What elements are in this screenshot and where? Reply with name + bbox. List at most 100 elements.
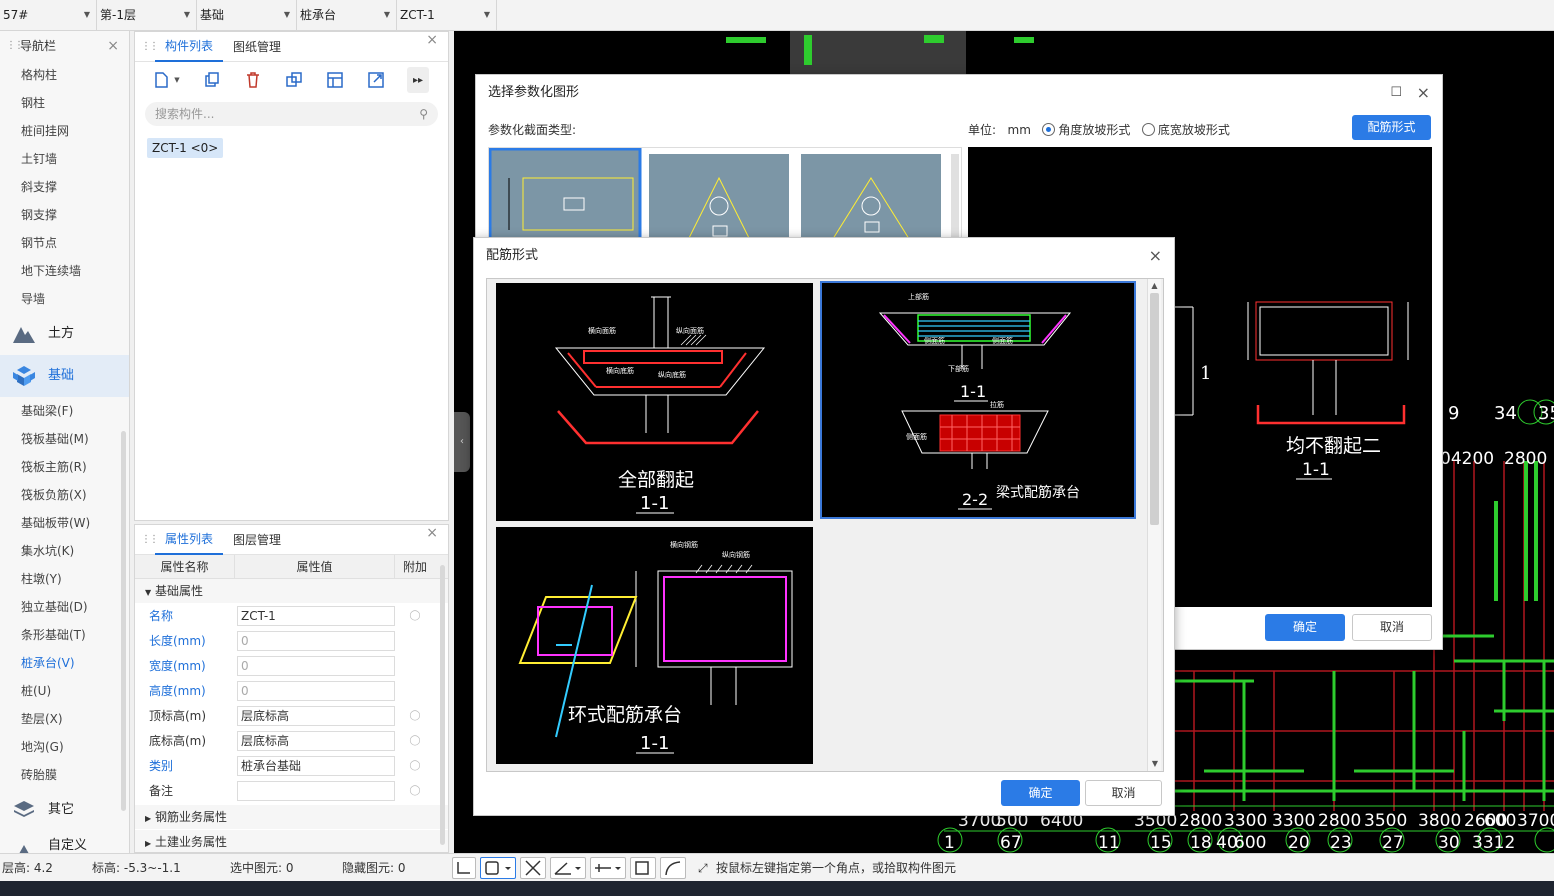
rebar-option-beam-type[interactable]: 上部筋 侧面筋 侧面筋 下部筋 拉筋 侧面筋 1-1 2-2 梁式配筋承台 xyxy=(820,281,1136,519)
group-civil-properties[interactable]: ▶ 土建业务属性 xyxy=(135,830,448,852)
nav-item[interactable]: 基础梁(F) xyxy=(0,397,129,425)
scroll-thumb[interactable] xyxy=(1150,293,1159,525)
nav-item[interactable]: 桩(U) xyxy=(0,677,129,705)
filter-button[interactable] xyxy=(321,67,349,93)
ortho-button[interactable] xyxy=(452,857,476,879)
property-value-field[interactable]: 0 xyxy=(237,680,395,701)
nav-item[interactable]: 柱墩(Y) xyxy=(0,565,129,593)
nav-item[interactable]: 基础板带(W) xyxy=(0,509,129,537)
close-icon[interactable]: × xyxy=(1417,75,1430,111)
close-icon[interactable]: × xyxy=(426,525,438,541)
axis-label: 600 xyxy=(1234,833,1266,853)
nav-scrollbar[interactable] xyxy=(121,431,126,811)
scroll-down-icon[interactable]: ▼ xyxy=(1148,757,1162,771)
nav-item[interactable]: 筏板主筋(R) xyxy=(0,453,129,481)
dynamic-input-button[interactable] xyxy=(630,857,656,879)
cross-button[interactable] xyxy=(520,857,546,879)
nav-item[interactable]: 桩间挂网 xyxy=(0,117,129,145)
attach-checkbox[interactable]: ◯ xyxy=(395,785,435,796)
property-value-field[interactable]: 0 xyxy=(237,655,395,676)
select-project[interactable]: 57# ▼ xyxy=(0,0,97,30)
export-button[interactable] xyxy=(362,67,390,93)
layers-icon xyxy=(14,801,34,817)
nav-item[interactable]: 砖胎膜 xyxy=(0,761,129,789)
delete-button[interactable] xyxy=(239,67,267,93)
close-icon[interactable]: × xyxy=(1149,238,1162,274)
tab-property-list[interactable]: 属性列表 xyxy=(155,525,224,555)
nav-item[interactable]: 集水坑(K) xyxy=(0,537,129,565)
props-scrollbar[interactable] xyxy=(440,565,445,845)
group-basic-properties[interactable]: ▼ 基础属性 xyxy=(135,579,448,603)
nav-item[interactable]: 土钉墙 xyxy=(0,145,129,173)
axis-label: 30 xyxy=(1438,833,1460,853)
arc-button[interactable] xyxy=(660,857,686,879)
collapse-handle[interactable]: ‹ xyxy=(454,412,470,472)
select-type[interactable]: 桩承台 ▼ xyxy=(297,0,397,30)
property-value-field[interactable] xyxy=(237,780,395,801)
nav-item[interactable]: 导墙 xyxy=(0,285,129,313)
nav-item[interactable]: 筏板基础(M) xyxy=(0,425,129,453)
property-value-field[interactable]: ZCT-1 xyxy=(237,605,395,626)
tab-drawing-management[interactable]: 图纸管理 xyxy=(223,32,291,62)
scroll-up-icon[interactable]: ▲ xyxy=(1148,279,1161,293)
rebar-form-button[interactable]: 配筋形式 xyxy=(1352,115,1431,140)
duplicate-floor-button[interactable] xyxy=(280,67,308,93)
property-value-field[interactable]: 层底标高 xyxy=(237,730,395,751)
group-rebar-properties[interactable]: ▶ 钢筋业务属性 xyxy=(135,805,448,829)
attach-checkbox[interactable]: ◯ xyxy=(395,610,435,621)
nav-item[interactable]: 地下连续墙 xyxy=(0,257,129,285)
property-value-field[interactable]: 0 xyxy=(237,630,395,651)
property-value-field[interactable]: 桩承台基础 xyxy=(237,755,395,776)
angle-button[interactable] xyxy=(550,857,586,879)
more-button[interactable]: ▸▸ xyxy=(407,67,429,93)
maximize-icon[interactable]: ☐ xyxy=(1390,75,1402,111)
nav-item[interactable]: 桩承台(V) xyxy=(0,649,129,677)
select-floor[interactable]: 第-1层 ▼ xyxy=(97,0,197,30)
nav-item[interactable]: 地沟(G) xyxy=(0,733,129,761)
component-item[interactable]: ZCT-1 <0> xyxy=(147,138,224,158)
dimension-label: 2800 xyxy=(1504,449,1547,469)
nav-item[interactable]: 筏板负筋(X) xyxy=(0,481,129,509)
nav-category-foundation[interactable]: 基础 xyxy=(0,355,129,397)
new-component-button[interactable]: ▼ xyxy=(147,67,185,93)
property-value-field[interactable]: 层底标高 xyxy=(237,705,395,726)
search-input[interactable]: 搜索构件... ⚲ xyxy=(145,102,438,126)
rebar-option-ring-type[interactable]: 横向钢筋 纵向钢筋 环式配筋承台 1-1 xyxy=(496,527,813,764)
grip-icon[interactable]: ⋮⋮ xyxy=(141,41,159,52)
nav-category-other[interactable]: 其它 xyxy=(0,789,129,831)
nav-item[interactable]: 钢柱 xyxy=(0,89,129,117)
radio-angle-slope[interactable] xyxy=(1042,123,1056,136)
attach-checkbox[interactable]: ◯ xyxy=(395,710,435,721)
nav-item[interactable]: 斜支撑 xyxy=(0,173,129,201)
attach-checkbox[interactable]: ◯ xyxy=(395,735,435,746)
attach-checkbox[interactable]: ◯ xyxy=(395,760,435,771)
shape-thumbnail-drawing[interactable] xyxy=(488,147,963,249)
nav-item[interactable]: 钢节点 xyxy=(0,229,129,257)
select-component[interactable]: ZCT-1 ▼ xyxy=(397,0,497,30)
rebar-option-full-up[interactable]: 横向面筋 纵向面筋 横向底筋 纵向底筋 全部翻起 1-1 xyxy=(496,283,813,521)
ok-button[interactable]: 确定 xyxy=(1001,780,1080,806)
ok-button[interactable]: 确定 xyxy=(1265,614,1345,641)
gallery-scrollbar[interactable]: ▲ ▼ xyxy=(1147,279,1161,771)
nav-item[interactable]: 格构柱 xyxy=(0,61,129,89)
copy-button[interactable] xyxy=(198,67,226,93)
nav-item[interactable]: 垫层(X) xyxy=(0,705,129,733)
tab-layer-management[interactable]: 图层管理 xyxy=(223,525,291,555)
nav-item[interactable]: 钢支撑 xyxy=(0,201,129,229)
radio-width-slope[interactable] xyxy=(1141,123,1155,136)
select-category[interactable]: 基础 ▼ xyxy=(197,0,297,30)
select-mode-button[interactable] xyxy=(480,857,516,879)
grip-icon[interactable]: ⋮⋮ xyxy=(141,534,159,545)
snap-button[interactable] xyxy=(590,857,626,879)
grip-icon[interactable]: ⋮⋮ xyxy=(6,31,24,61)
nav-category-earthwork[interactable]: 土方 xyxy=(0,313,129,355)
close-icon[interactable]: × xyxy=(426,32,438,48)
tab-component-list[interactable]: 构件列表 xyxy=(155,32,224,62)
cancel-button[interactable]: 取消 xyxy=(1085,780,1162,806)
nav-item[interactable]: 独立基础(D) xyxy=(0,593,129,621)
nav-category-custom[interactable]: 自定义 xyxy=(0,831,129,853)
close-icon[interactable]: × xyxy=(107,31,119,61)
nav-item[interactable]: 条形基础(T) xyxy=(0,621,129,649)
cancel-button[interactable]: 取消 xyxy=(1352,614,1432,641)
rebar-label: 侧面筋 xyxy=(992,336,1013,345)
